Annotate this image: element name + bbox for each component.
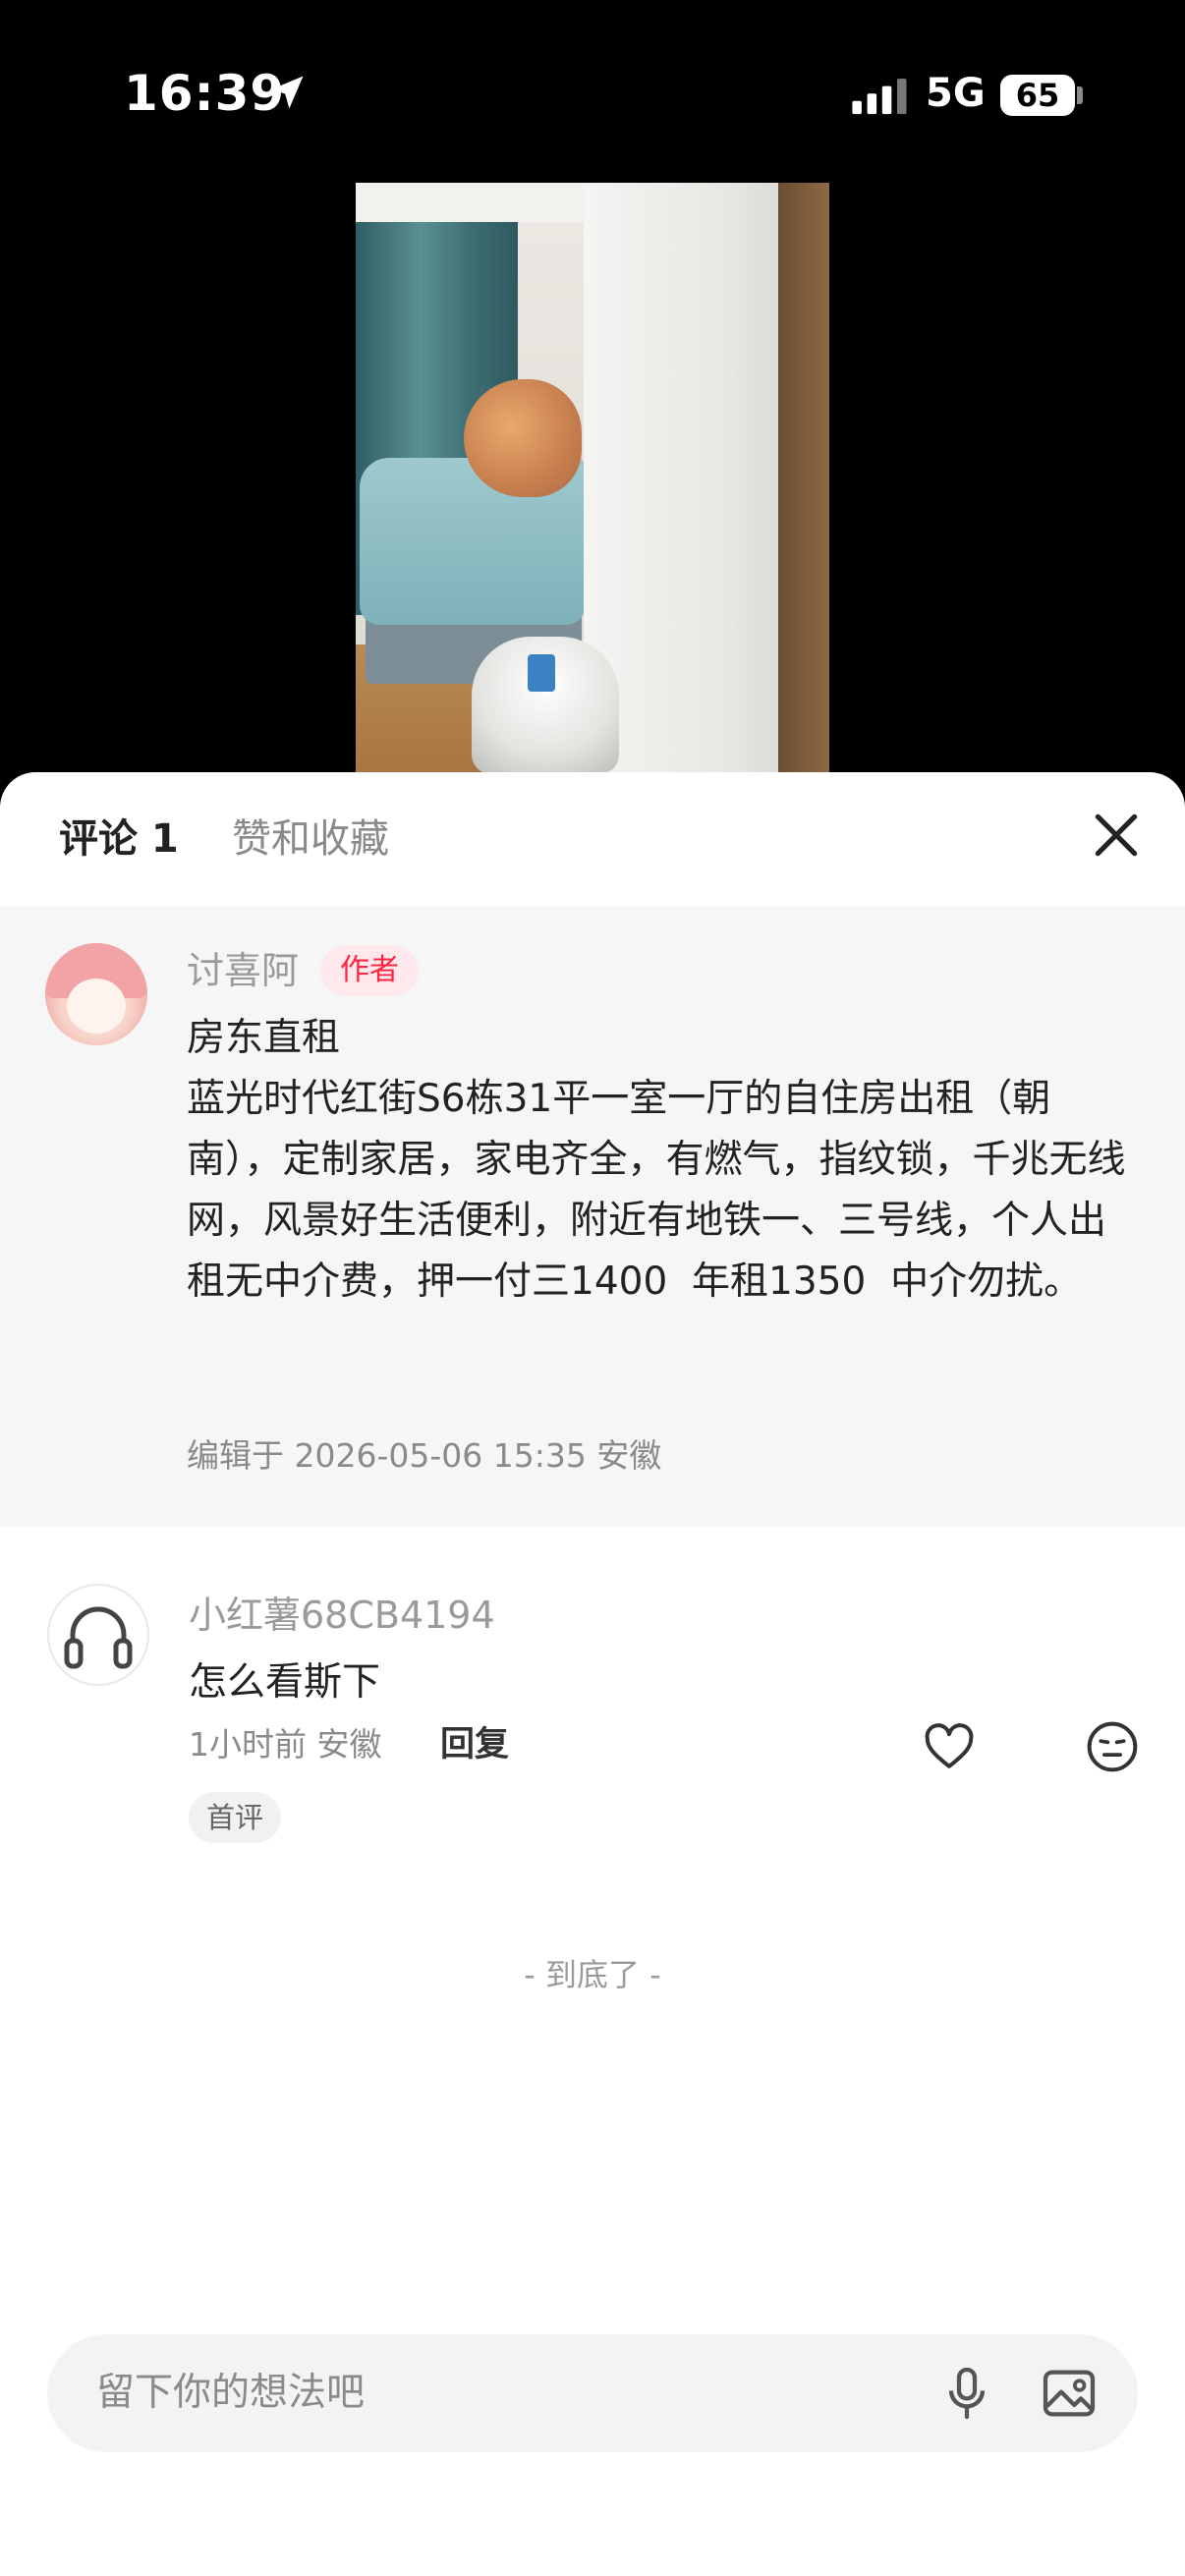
location-arrow-icon	[270, 76, 304, 109]
video-frame-pillows	[464, 379, 582, 497]
reply-button[interactable]: 回复	[440, 1721, 509, 1768]
comment-input-placeholder[interactable]: 留下你的想法吧	[96, 2366, 365, 2421]
battery-tip	[1077, 86, 1083, 104]
network-label: 5G	[926, 71, 986, 116]
end-of-list-marker: - 到底了 -	[524, 1956, 661, 1993]
video-frame-door-frame	[778, 183, 829, 772]
author-avatar-face	[67, 979, 126, 1034]
author-badge: 作者	[320, 945, 419, 996]
tab-likes-favorites[interactable]: 赞和收藏	[232, 812, 389, 867]
comment-meta: 1小时前 安徽	[189, 1725, 382, 1764]
signal-icon	[852, 79, 907, 115]
headphones-icon	[64, 1606, 133, 1669]
comment-text: 怎么看斯下	[189, 1660, 381, 1705]
tab-comments[interactable]: 评论 1	[59, 812, 179, 867]
video-player[interactable]	[356, 183, 829, 772]
sheet-header: 评论 1 赞和收藏	[0, 772, 1185, 906]
video-frame-litter-tag	[528, 654, 555, 692]
pinned-comment-text: 房东直租 蓝光时代红街S6栋31平一室一厅的自住房出租（朝南），定制家居，家电齐…	[187, 1016, 1126, 1304]
author-avatar[interactable]	[45, 943, 147, 1045]
image-icon[interactable]	[1038, 2362, 1100, 2425]
heart-icon[interactable]	[922, 1719, 977, 1774]
screen: 16:39 5G 65 评论 1 赞和收藏 讨喜阿 作者 房东直租 蓝光时代红街…	[0, 0, 1185, 2576]
battery-level: 65	[1000, 75, 1075, 116]
mic-icon[interactable]	[935, 2362, 998, 2425]
status-time: 16:39	[124, 65, 286, 122]
author-username[interactable]: 讨喜阿	[187, 945, 299, 996]
user-avatar[interactable]	[47, 1584, 149, 1686]
status-bar: 16:39 5G 65	[0, 0, 1185, 187]
first-comment-tag: 首评	[189, 1792, 282, 1843]
comment-input-bar[interactable]: 留下你的想法吧	[47, 2334, 1138, 2452]
pinned-comment-meta: 编辑于 2026-05-06 15:35 安徽	[187, 1436, 662, 1475]
commenter-username[interactable]: 小红薯68CB4194	[189, 1590, 495, 1641]
close-icon[interactable]	[1089, 808, 1144, 863]
emoji-icon[interactable]	[1085, 1719, 1140, 1774]
